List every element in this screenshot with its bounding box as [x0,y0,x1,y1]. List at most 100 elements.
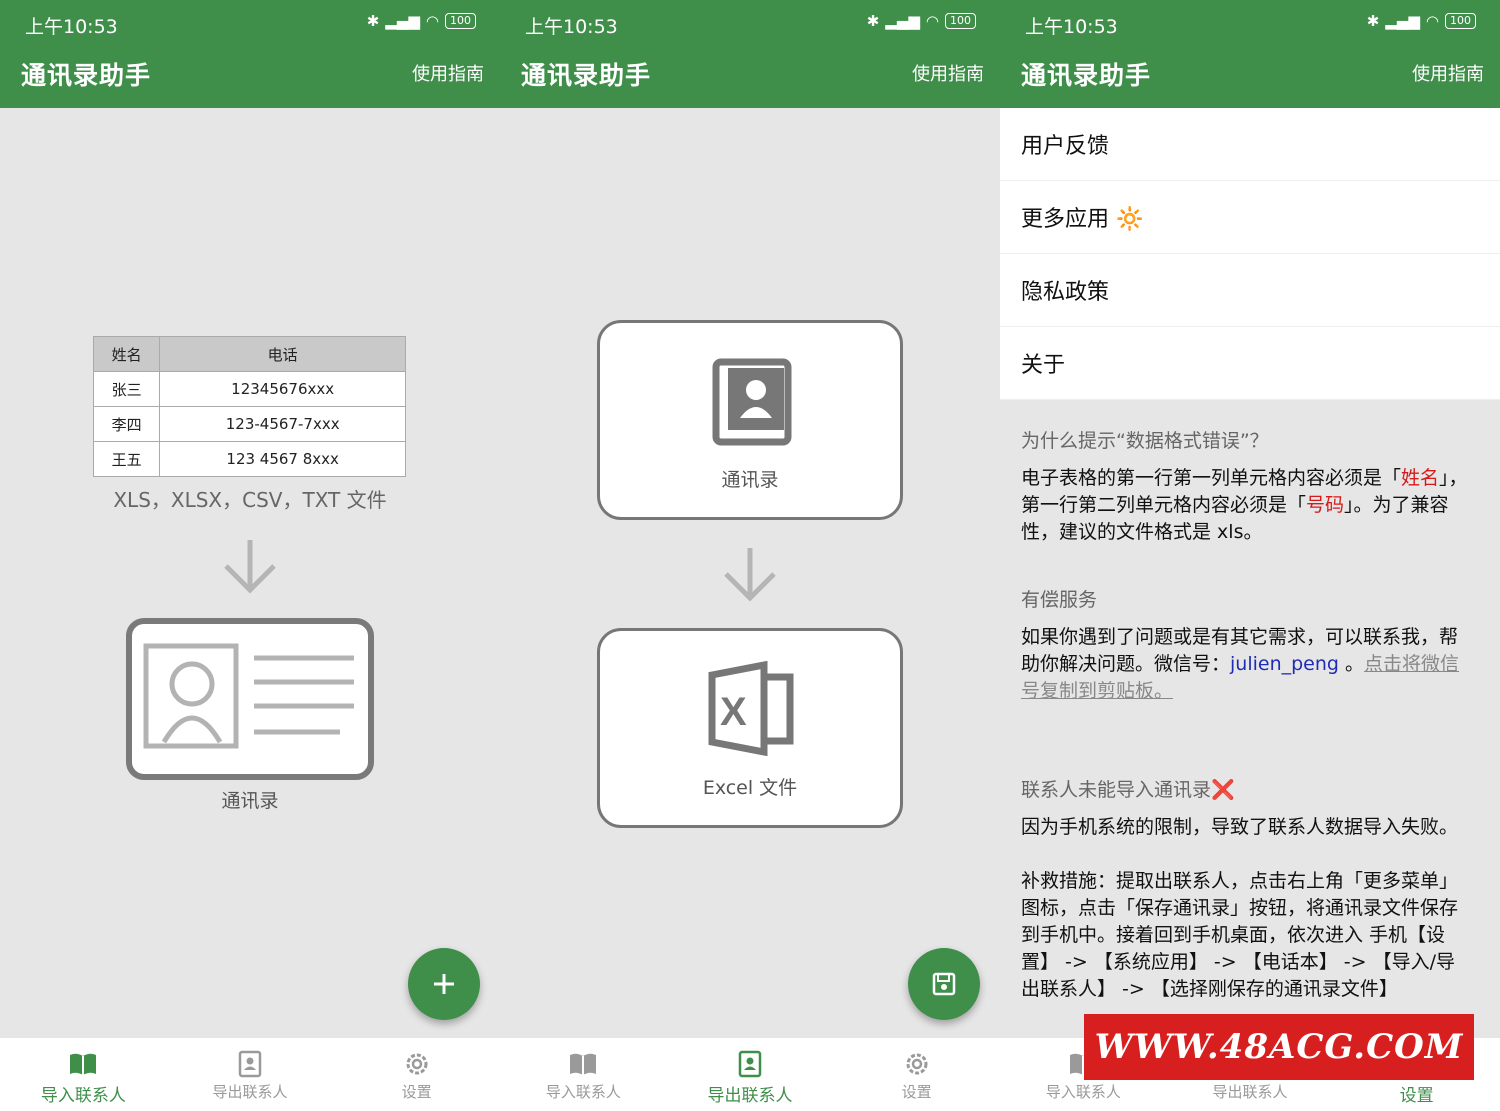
excel-box: X Excel 文件 [597,628,903,828]
export-screen: 上午10:53 ✱ ▂▄▆ ◠ 100 通讯录助手 使用指南 通讯录 X Exc… [500,0,1000,1111]
app-title: 通讯录助手 [521,61,652,90]
watermark-banner: WWW.48ACG.COM [1084,1014,1474,1080]
table-cell: 123-4567-7xxx [159,406,406,442]
bluetooth-icon: ✱ [866,12,880,30]
add-fab-button[interactable] [408,948,480,1020]
arrow-down-icon [724,548,776,602]
faq-import-failed: 联系人未能导入通讯录❌ 因为手机系统的限制，导致了联系人数据导入失败。 补救措施… [1021,775,1473,1003]
app-title: 通讯录助手 [1021,61,1152,90]
contacts-caption: 通讯录 [221,790,279,812]
status-time: 上午10:53 [525,16,618,38]
table-row: 李四 123-4567-7xxx [92,406,406,442]
status-time: 上午10:53 [25,16,118,38]
excel-icon: X [708,661,794,756]
wifi-icon: ◠ [925,12,939,30]
nav-settings-label: 设置 [401,1083,432,1101]
import-screen: 上午10:53 ✱ ▂▄▆ ◠ 100 通讯录助手 使用指南 姓名 电话 张三 … [0,0,500,1111]
filetypes-label: XLS，XLSX，CSV，TXT 文件 [113,488,387,512]
status-icons: ✱ ▂▄▆ ◠ 100 [867,12,976,30]
nav-export-label: 导出联系人 [1212,1083,1288,1101]
nav-import-label: 导入联系人 [545,1083,621,1101]
nav-export-label: 导出联系人 [707,1086,793,1106]
book-open-icon [570,1053,597,1075]
table-cell: 李四 [92,406,161,442]
nav-import[interactable]: 导入联系人 [0,1038,167,1111]
nav-export-label: 导出联系人 [212,1083,288,1101]
faq-paid-service: 有偿服务 如果你遇到了问题或是有其它需求，可以联系我，帮助你解决问题。微信号：j… [1021,585,1473,705]
table-row: 王五 123 4567 8xxx [92,441,406,477]
save-fab-button[interactable] [908,948,980,1020]
nav-import[interactable]: 导入联系人 [500,1038,667,1111]
table-cell: 王五 [92,441,161,477]
table-header: 电话 [159,336,406,372]
guide-button[interactable]: 使用指南 [1412,60,1484,86]
nav-import-label: 导入联系人 [1045,1083,1121,1101]
app-bar: 上午10:53 ✱ ▂▄▆ ◠ 100 通讯录助手 使用指南 [0,0,500,108]
faq-title: 为什么提示“数据格式错误”？ [1021,430,1269,452]
contact-book-icon [738,1050,762,1078]
faq-text: 。 [1338,653,1365,675]
wifi-icon: ◠ [1425,12,1439,30]
sample-table: 姓名 电话 张三 12345676xxx 李四 123-4567-7xxx 王五… [92,336,406,477]
nav-settings[interactable]: 设置 [833,1038,1000,1111]
wifi-icon: ◠ [425,12,439,30]
contact-card-icon [126,618,374,780]
gear-icon [906,1053,928,1075]
app-title: 通讯录助手 [21,61,152,90]
excel-caption: Excel 文件 [702,777,798,799]
table-cell: 123 4567 8xxx [159,441,406,477]
bottom-nav: 导入联系人 导出联系人 设置 [500,1038,1000,1111]
menu-privacy[interactable]: 隐私政策 [1000,254,1500,327]
battery-icon: 100 [945,13,976,29]
status-icons: ✱ ▂▄▆ ◠ 100 [1367,12,1476,30]
menu-feedback[interactable]: 用户反馈 [1000,108,1500,181]
nav-export[interactable]: 导出联系人 [167,1038,334,1111]
keyword-phone: 号码 [1306,494,1345,516]
guide-button[interactable]: 使用指南 [912,60,984,86]
nav-settings-label: 设置 [1399,1086,1434,1106]
faq-body: 因为手机系统的限制，导致了联系人数据导入失败。 [1021,816,1459,838]
nav-export[interactable]: 导出联系人 [667,1038,834,1111]
faq-body: 如果你遇到了问题或是有其它需求，可以联系我，帮助你解决问题。微信号：julien… [1021,624,1473,705]
battery-icon: 100 [445,13,476,29]
wechat-id: julien_peng [1230,653,1339,675]
keyword-name: 姓名 [1401,467,1440,489]
battery-icon: 100 [1445,13,1476,29]
book-open-icon [70,1053,97,1075]
plus-icon [434,974,454,994]
bluetooth-icon: ✱ [1366,12,1380,30]
table-row: 张三 12345676xxx [92,371,406,407]
menu-more-apps[interactable]: 更多应用 🔆 [1000,181,1500,254]
signal-icon: ▂▄▆ [385,12,420,30]
nav-settings-label: 设置 [901,1083,932,1101]
status-time: 上午10:53 [1025,16,1118,38]
svg-text:X: X [720,690,747,734]
table-header: 姓名 [92,336,161,372]
gear-icon [406,1053,428,1075]
menu-about[interactable]: 关于 [1000,327,1500,400]
contacts-box: 通讯录 [597,320,903,520]
signal-icon: ▂▄▆ [1385,12,1420,30]
arrow-down-icon [224,540,276,594]
table-cell: 张三 [92,371,161,407]
app-bar: 上午10:53 ✱ ▂▄▆ ◠ 100 通讯录助手 使用指南 [500,0,1000,108]
settings-menu: 用户反馈 更多应用 🔆 隐私政策 关于 [1000,108,1500,400]
guide-button[interactable]: 使用指南 [412,60,484,86]
faq-title: 有偿服务 [1021,589,1098,611]
settings-screen: 上午10:53 ✱ ▂▄▆ ◠ 100 通讯录助手 使用指南 用户反馈 更多应用… [1000,0,1500,1111]
save-icon [932,972,956,996]
nav-settings[interactable]: 设置 [333,1038,500,1111]
faq-body: 补救措施：提取出联系人，点击右上角「更多菜单」图标，点击「保存通讯录」按钮，将通… [1021,870,1459,1000]
faq-text: 电子表格的第一行第一列单元格内容必须是「 [1021,467,1402,489]
app-bar: 上午10:53 ✱ ▂▄▆ ◠ 100 通讯录助手 使用指南 [1000,0,1500,108]
contact-book-icon [712,358,792,446]
bluetooth-icon: ✱ [366,12,380,30]
status-icons: ✱ ▂▄▆ ◠ 100 [367,12,476,30]
faq-body: 电子表格的第一行第一列单元格内容必须是「姓名」，第一行第二列单元格内容必须是「号… [1021,465,1473,546]
faq-format-error: 为什么提示“数据格式错误”？ 电子表格的第一行第一列单元格内容必须是「姓名」，第… [1021,426,1473,546]
contacts-caption: 通讯录 [721,469,779,491]
nav-import-label: 导入联系人 [40,1086,126,1106]
table-cell: 12345676xxx [159,371,406,407]
contact-book-icon [238,1050,262,1078]
signal-icon: ▂▄▆ [885,12,920,30]
